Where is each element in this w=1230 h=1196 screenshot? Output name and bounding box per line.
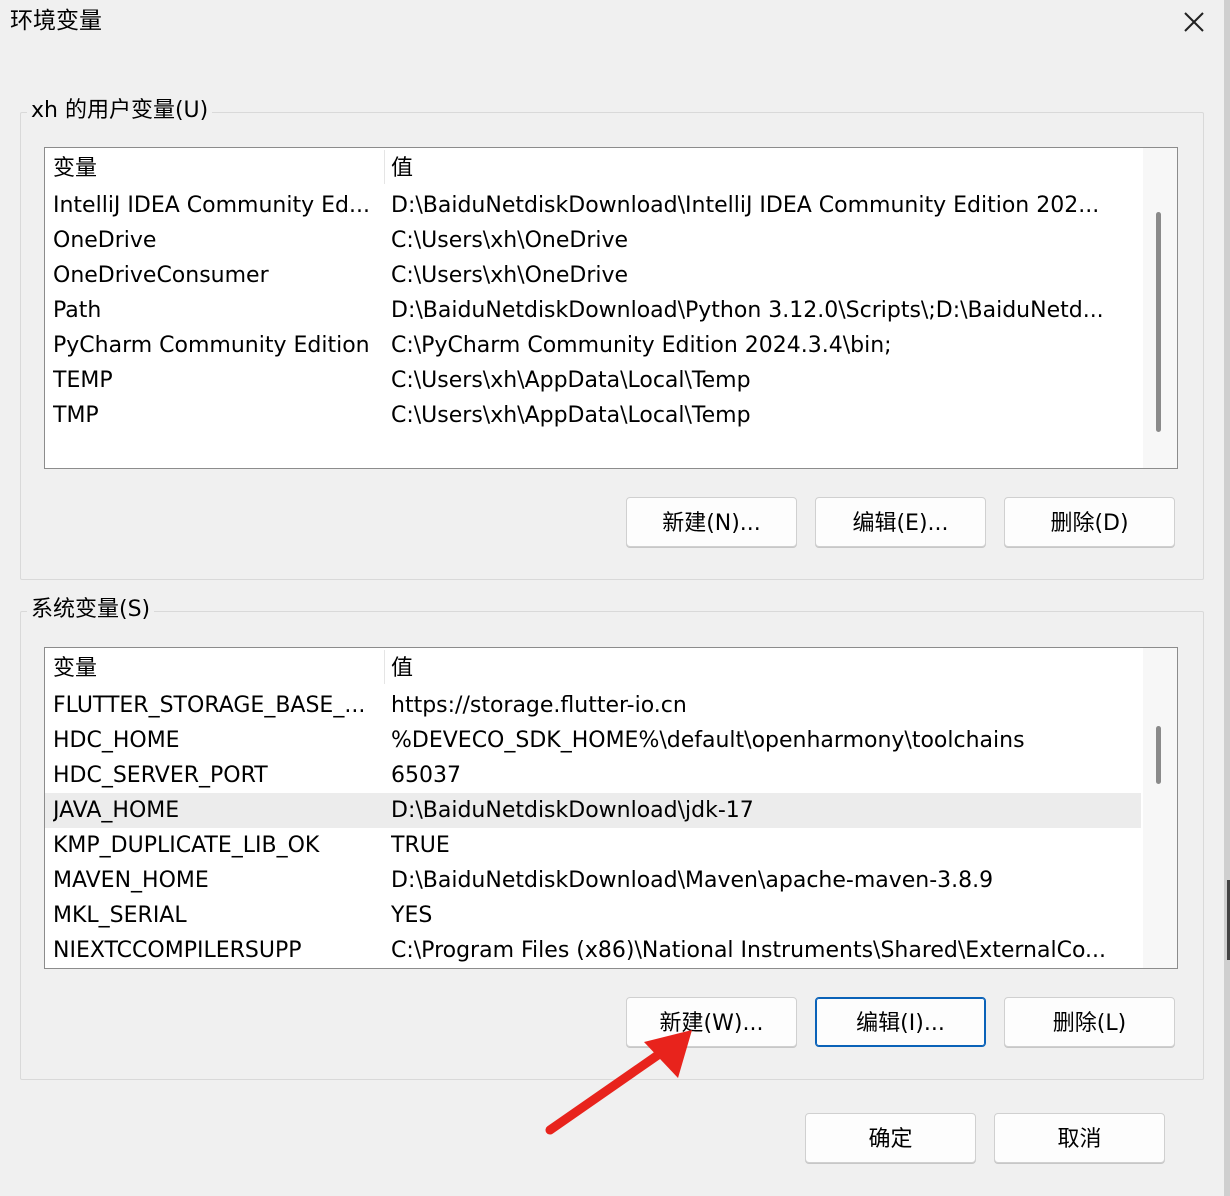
table-row[interactable]: NIEXTCCOMPILERSUPP C:\Program Files (x86)… <box>45 933 1141 968</box>
column-separator[interactable] <box>384 150 385 184</box>
system-variables-list[interactable]: 变量 值 FLUTTER_STORAGE_BASE_... https://sto… <box>44 647 1178 969</box>
cancel-button[interactable]: 取消 <box>994 1113 1165 1163</box>
vertical-scrollbar[interactable] <box>1143 148 1177 468</box>
variable-name: OneDriveConsumer <box>53 263 269 288</box>
system-delete-button[interactable]: 删除(L) <box>1004 997 1175 1047</box>
scrollbar-thumb[interactable] <box>1156 726 1161 784</box>
table-row[interactable]: Path D:\BaiduNetdiskDownload\Python 3.12.… <box>45 293 1141 328</box>
table-row[interactable]: TMP C:\Users\xh\AppData\Local\Temp <box>45 398 1141 433</box>
table-row[interactable]: MKL_SERIAL YES <box>45 898 1141 933</box>
variable-name: TEMP <box>53 368 113 393</box>
close-icon <box>1184 12 1204 32</box>
variable-value: YES <box>391 903 433 928</box>
table-row[interactable]: MAVEN_HOME D:\BaiduNetdiskDownload\Maven\… <box>45 863 1141 898</box>
table-row[interactable]: TEMP C:\Users\xh\AppData\Local\Temp <box>45 363 1141 398</box>
variable-name: PyCharm Community Edition <box>53 333 370 358</box>
variable-value: C:\Users\xh\AppData\Local\Temp <box>391 368 751 393</box>
list-header: 变量 值 <box>45 148 1141 186</box>
column-header-variable[interactable]: 变量 <box>53 154 97 184</box>
table-row[interactable]: OneDriveConsumer C:\Users\xh\OneDrive <box>45 258 1141 293</box>
user-edit-button[interactable]: 编辑(E)... <box>815 497 986 547</box>
ok-button[interactable]: 确定 <box>805 1113 976 1163</box>
system-new-button[interactable]: 新建(W)... <box>626 997 797 1047</box>
title-bar: 环境变量 <box>0 0 1224 44</box>
variable-name: Path <box>53 298 102 323</box>
table-row-selected[interactable]: JAVA_HOME D:\BaiduNetdiskDownload\jdk-17 <box>45 793 1141 828</box>
variable-value: 65037 <box>391 763 461 788</box>
variable-value: C:\Users\xh\OneDrive <box>391 263 629 288</box>
variable-name: IntelliJ IDEA Community Ed... <box>53 193 370 218</box>
variable-value: C:\Users\xh\OneDrive <box>391 228 629 253</box>
user-variables-list[interactable]: 变量 值 IntelliJ IDEA Community Ed... D:\Bai… <box>44 147 1178 469</box>
vertical-scrollbar[interactable] <box>1143 648 1177 968</box>
system-edit-button[interactable]: 编辑(I)... <box>815 997 986 1047</box>
table-row[interactable]: HDC_SERVER_PORT 65037 <box>45 758 1141 793</box>
environment-variables-dialog: 环境变量 xh 的用户变量(U) 变量 值 IntelliJ IDEA Comm… <box>0 0 1224 1196</box>
table-row[interactable]: IntelliJ IDEA Community Ed... D:\BaiduNet… <box>45 188 1141 223</box>
user-variables-label: xh 的用户变量(U) <box>27 96 213 126</box>
close-button[interactable] <box>1168 0 1220 44</box>
column-separator[interactable] <box>384 650 385 684</box>
table-row[interactable]: KMP_DUPLICATE_LIB_OK TRUE <box>45 828 1141 863</box>
variable-value: C:\PyCharm Community Edition 2024.3.4\bi… <box>391 333 892 358</box>
variable-name: HDC_HOME <box>53 728 180 753</box>
list-header: 变量 值 <box>45 648 1141 686</box>
variable-name: KMP_DUPLICATE_LIB_OK <box>53 833 320 858</box>
variable-value: https://storage.flutter-io.cn <box>391 693 687 718</box>
system-variables-label: 系统变量(S) <box>27 595 155 625</box>
window-edge <box>1224 0 1230 1196</box>
variable-value: D:\BaiduNetdiskDownload\Python 3.12.0\Sc… <box>391 298 1104 323</box>
variable-value: C:\Users\xh\AppData\Local\Temp <box>391 403 751 428</box>
variable-name: FLUTTER_STORAGE_BASE_... <box>53 693 366 718</box>
table-row[interactable]: PyCharm Community Edition C:\PyCharm Comm… <box>45 328 1141 363</box>
column-header-variable[interactable]: 变量 <box>53 654 97 684</box>
variable-value: D:\BaiduNetdiskDownload\jdk-17 <box>391 798 754 823</box>
window-title: 环境变量 <box>10 8 102 34</box>
user-new-button[interactable]: 新建(N)... <box>626 497 797 547</box>
table-row[interactable]: FLUTTER_STORAGE_BASE_... https://storage.… <box>45 688 1141 723</box>
variable-name: MKL_SERIAL <box>53 903 187 928</box>
variable-value: C:\Program Files (x86)\National Instrume… <box>391 938 1106 963</box>
variable-name: TMP <box>53 403 99 428</box>
variable-value: %DEVECO_SDK_HOME%\default\openharmony\to… <box>391 728 1025 753</box>
table-row[interactable]: HDC_HOME %DEVECO_SDK_HOME%\default\openha… <box>45 723 1141 758</box>
column-header-value[interactable]: 值 <box>391 154 413 184</box>
variable-name: NIEXTCCOMPILERSUPP <box>53 938 302 963</box>
variable-value: D:\BaiduNetdiskDownload\Maven\apache-mav… <box>391 868 994 893</box>
variable-name: JAVA_HOME <box>53 798 180 823</box>
variable-name: MAVEN_HOME <box>53 868 209 893</box>
variable-value: TRUE <box>391 833 450 858</box>
table-row[interactable]: OneDrive C:\Users\xh\OneDrive <box>45 223 1141 258</box>
variable-name: HDC_SERVER_PORT <box>53 763 268 788</box>
variable-value: D:\BaiduNetdiskDownload\IntelliJ IDEA Co… <box>391 193 1100 218</box>
variable-name: OneDrive <box>53 228 157 253</box>
user-delete-button[interactable]: 删除(D) <box>1004 497 1175 547</box>
column-header-value[interactable]: 值 <box>391 654 413 684</box>
scrollbar-thumb[interactable] <box>1156 212 1161 432</box>
